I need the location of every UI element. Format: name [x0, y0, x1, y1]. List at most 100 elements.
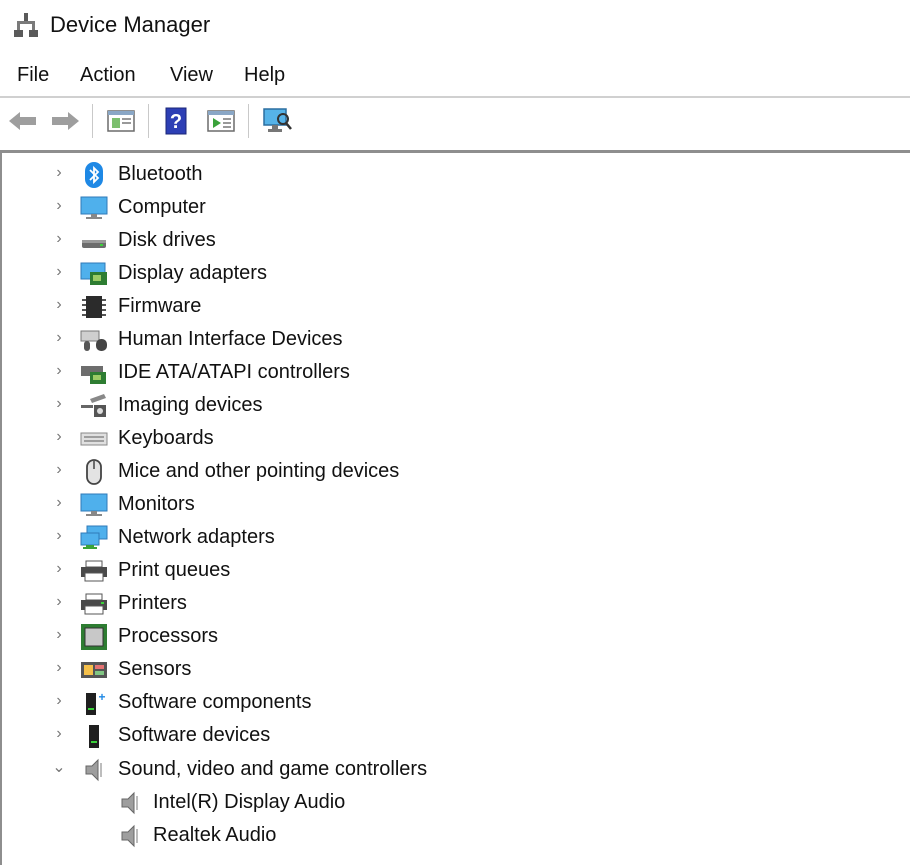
title-bar: Device Manager: [0, 0, 910, 52]
tree-item-label: Print queues: [118, 559, 231, 581]
tree-item-label: Display adapters: [118, 262, 267, 284]
chevron-right-icon[interactable]: ›: [52, 395, 66, 413]
imaging-device-icon: [81, 394, 106, 417]
toolbar-separator: [248, 104, 249, 138]
chevron-right-icon[interactable]: ›: [52, 296, 66, 314]
tree-item-label: Keyboards: [118, 427, 214, 449]
tree-item-bluetooth[interactable]: › Bluetooth: [2, 158, 902, 191]
chevron-right-icon[interactable]: ›: [52, 527, 66, 545]
scan-hardware-button[interactable]: [262, 106, 292, 136]
tree-item-computer[interactable]: › Computer: [2, 191, 902, 224]
chevron-right-icon[interactable]: ›: [52, 428, 66, 446]
display-adapter-icon: [80, 262, 107, 285]
menu-view[interactable]: View: [170, 64, 213, 87]
tree-item-mice[interactable]: › Mice and other pointing devices: [2, 455, 902, 488]
tree-item-label: Sensors: [118, 658, 192, 680]
tree-item-firmware[interactable]: › Firmware: [2, 290, 902, 323]
disk-drive-icon: [82, 240, 106, 248]
forward-button[interactable]: [50, 106, 80, 136]
network-adapter-icon: [80, 525, 108, 549]
properties-button[interactable]: [106, 106, 136, 136]
tree-item-software-devices[interactable]: › Software devices: [2, 719, 902, 752]
chevron-right-icon[interactable]: ›: [52, 230, 66, 248]
toolbar-separator: [92, 104, 93, 138]
update-driver-icon: [207, 110, 235, 132]
software-component-icon: +: [86, 690, 106, 715]
menu-file[interactable]: File: [17, 64, 49, 87]
monitor-icon: [80, 493, 108, 516]
tree-item-keyboards[interactable]: › Keyboards: [2, 422, 902, 455]
bluetooth-icon: [85, 162, 103, 188]
chevron-right-icon[interactable]: ›: [52, 329, 66, 347]
back-arrow-icon: [9, 112, 36, 130]
chevron-right-icon[interactable]: ›: [52, 362, 66, 380]
help-button[interactable]: ?: [162, 106, 192, 136]
tree-item-sound-video-game[interactable]: ⌄ Sound, video and game controllers: [2, 753, 902, 786]
tree-item-label: Software components: [118, 691, 312, 713]
scan-hardware-icon: [263, 108, 292, 132]
tree-item-label: Bluetooth: [118, 163, 203, 185]
tree-item-label: Intel(R) Display Audio: [153, 791, 346, 813]
svg-text:+: +: [98, 690, 105, 704]
speaker-icon: [85, 758, 102, 782]
keyboard-icon: [80, 432, 108, 446]
tree-item-human-interface-devices[interactable]: › Human Interface Devices: [2, 323, 902, 356]
sensor-icon: [81, 662, 107, 678]
tree-item-label: Disk drives: [118, 229, 216, 251]
firmware-chip-icon: [82, 296, 106, 318]
tree-item-intel-display-audio[interactable]: Intel(R) Display Audio: [2, 786, 902, 819]
help-icon: ?: [165, 107, 187, 135]
chevron-right-icon[interactable]: ›: [52, 692, 66, 710]
hid-icon: [80, 330, 107, 351]
tree-item-disk-drives[interactable]: › Disk drives: [2, 224, 902, 257]
chevron-right-icon[interactable]: ›: [52, 560, 66, 578]
tree-item-label: Software devices: [118, 724, 271, 746]
forward-arrow-icon: [52, 112, 79, 130]
tree-item-label: IDE ATA/ATAPI controllers: [118, 361, 350, 383]
help-glyph: ?: [170, 111, 182, 133]
menu-help[interactable]: Help: [244, 64, 285, 87]
tree-item-label: Sound, video and game controllers: [118, 758, 428, 780]
device-tree: › Bluetooth › Computer › Disk drives › D…: [0, 150, 910, 865]
menu-action[interactable]: Action: [80, 64, 136, 87]
tree-item-label: Printers: [118, 592, 187, 614]
chevron-right-icon[interactable]: ›: [52, 659, 66, 677]
software-device-icon: [89, 725, 99, 748]
chevron-right-icon[interactable]: ›: [52, 593, 66, 611]
tree-item-network-adapters[interactable]: › Network adapters: [2, 521, 902, 554]
chevron-down-icon[interactable]: ⌄: [52, 759, 66, 777]
print-queue-icon: [81, 560, 107, 582]
chevron-right-icon[interactable]: ›: [52, 725, 66, 743]
tree-item-ide-controllers[interactable]: › IDE ATA/ATAPI controllers: [2, 356, 902, 389]
properties-icon: [107, 110, 135, 132]
tree-item-label: Monitors: [118, 493, 195, 515]
back-button[interactable]: [8, 106, 38, 136]
device-manager-icon: [14, 13, 38, 37]
chevron-right-icon[interactable]: ›: [52, 626, 66, 644]
update-driver-button[interactable]: [206, 106, 236, 136]
chevron-right-icon[interactable]: ›: [52, 461, 66, 479]
chevron-right-icon[interactable]: ›: [52, 164, 66, 182]
tree-item-label: Computer: [118, 196, 206, 218]
ide-controller-icon: [81, 366, 106, 384]
tree-item-label: Imaging devices: [118, 394, 263, 416]
chevron-right-icon[interactable]: ›: [52, 263, 66, 281]
tree-item-monitors[interactable]: › Monitors: [2, 488, 902, 521]
tree-item-display-adapters[interactable]: › Display adapters: [2, 257, 902, 290]
tree-item-software-components[interactable]: › + Software components: [2, 686, 902, 719]
tree-item-label: Firmware: [118, 295, 202, 317]
tree-item-imaging-devices[interactable]: › Imaging devices: [2, 389, 902, 422]
tree-item-print-queues[interactable]: › Print queues: [2, 554, 902, 587]
toolbar: ?: [0, 96, 910, 148]
tree-item-sensors[interactable]: › Sensors: [2, 653, 902, 686]
tree-item-processors[interactable]: › Processors: [2, 620, 902, 653]
window-title: Device Manager: [50, 12, 211, 37]
chevron-right-icon[interactable]: ›: [52, 197, 66, 215]
printer-icon: [81, 593, 107, 615]
processor-icon: [81, 624, 107, 650]
tree-item-realtek-audio[interactable]: Realtek Audio: [2, 819, 902, 852]
tree-item-printers[interactable]: › Printers: [2, 587, 902, 620]
tree-item-label: Network adapters: [118, 526, 275, 548]
tree-item-label: Realtek Audio: [153, 824, 277, 846]
chevron-right-icon[interactable]: ›: [52, 494, 66, 512]
